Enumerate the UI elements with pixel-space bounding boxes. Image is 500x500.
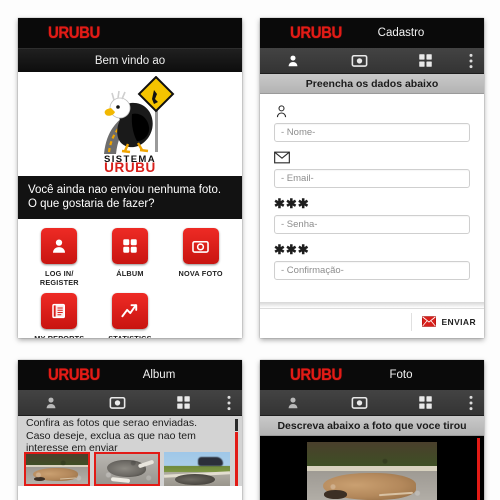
album-body: Confira as fotos que serao enviadas. Cas… xyxy=(18,416,242,486)
camera-icon xyxy=(182,228,219,264)
scrollbar-thumb-top[interactable] xyxy=(235,419,238,431)
cadastro-title-bar: URUBU Cadastro xyxy=(260,18,484,48)
nome-input[interactable]: - Nome- xyxy=(274,123,470,142)
enviar-button-label: ENVIAR xyxy=(441,316,476,327)
app-logo-text: URUBU xyxy=(48,23,100,42)
home-message-line2: O que gostaria de fazer? xyxy=(28,198,155,210)
action-camera-button[interactable] xyxy=(84,390,150,415)
enviar-button[interactable]: ENVIAR xyxy=(411,312,476,331)
home-title-bar: URUBU xyxy=(18,18,242,48)
svg-text:URUBU: URUBU xyxy=(104,160,156,172)
field-email: - Email- xyxy=(274,149,470,188)
field-confirmacao: ✱✱✱ - Confirmação- xyxy=(274,241,470,280)
senha-input[interactable]: - Senha- xyxy=(274,215,470,234)
action-grid-button[interactable] xyxy=(150,390,216,415)
chart-arrow-icon xyxy=(111,293,148,329)
action-camera-button[interactable] xyxy=(326,48,392,73)
album-instructions-line1: Confira as fotos que serao enviadas. xyxy=(26,417,198,429)
tile-statistics-label: STATISTICS xyxy=(108,334,151,338)
envelope-icon xyxy=(422,316,437,327)
home-message-line1: Você ainda nao enviou nenhuma foto. xyxy=(28,184,222,196)
tile-album-label: ÁLBUM xyxy=(116,269,144,278)
overflow-menu-icon[interactable] xyxy=(216,390,242,415)
screenshot-stage: URUBU Bem vindo ao SISTEMA URUBU Você ai… xyxy=(0,0,500,500)
tile-nova-foto[interactable]: NOVA FOTO xyxy=(165,228,236,293)
page-title-text: Cadastro xyxy=(377,27,425,39)
album-thumbnail-strip xyxy=(18,452,242,486)
confirmacao-input[interactable]: - Confirmação- xyxy=(274,261,470,280)
action-bar xyxy=(260,390,484,416)
app-logo-text: URUBU xyxy=(290,23,342,42)
action-camera-button[interactable] xyxy=(326,390,392,415)
action-profile-button[interactable] xyxy=(260,48,326,73)
person-outline-icon xyxy=(274,103,470,120)
app-logo-text: URUBU xyxy=(48,365,100,384)
foto-title-bar: URUBU Foto xyxy=(260,360,484,390)
album-instructions: Confira as fotos que serao enviadas. Cas… xyxy=(18,416,242,455)
overflow-menu-icon[interactable] xyxy=(458,48,484,73)
thumb-roadkill-highway[interactable] xyxy=(164,452,230,486)
urubu-vulture-logo: SISTEMA URUBU xyxy=(104,76,175,172)
overflow-menu-icon[interactable] xyxy=(458,390,484,415)
asterisks-icon: ✱✱✱ xyxy=(274,196,310,211)
scrollbar-track[interactable] xyxy=(477,438,480,500)
action-grid-button[interactable] xyxy=(392,390,458,415)
page-title-text: Foto xyxy=(389,369,413,381)
action-bar xyxy=(18,390,242,416)
photo-dog-on-road[interactable] xyxy=(307,442,437,500)
logo-area: SISTEMA URUBU xyxy=(18,72,242,176)
panel-cadastro: URUBU Cadastro Preencha os dados abaixo xyxy=(260,18,484,338)
thumb-dog-asphalt[interactable] xyxy=(94,452,160,486)
tile-login-register-label: LOG IN/REGISTER xyxy=(39,269,79,287)
action-profile-button[interactable] xyxy=(260,390,326,415)
welcome-bar: Bem vindo ao xyxy=(18,48,242,72)
person-icon xyxy=(41,228,78,264)
panel-foto: URUBU Foto Descreva abaixo a foto que vo… xyxy=(260,360,484,500)
tile-album[interactable]: ÁLBUM xyxy=(95,228,166,293)
tile-row-1: LOG IN/REGISTER ÁLBUM NOVA FOTO xyxy=(24,228,236,293)
cadastro-subheader: Preencha os dados abaixo xyxy=(260,74,484,94)
tile-my-reports[interactable]: MY REPORTS xyxy=(24,293,95,338)
cadastro-footer: ENVIAR xyxy=(260,308,484,334)
tile-my-reports-label: MY REPORTS xyxy=(34,334,84,338)
field-nome: - Nome- xyxy=(274,103,470,142)
tile-empty xyxy=(165,293,236,338)
panel-home: URUBU Bem vindo ao SISTEMA URUBU Você ai… xyxy=(18,18,242,338)
field-senha: ✱✱✱ - Senha- xyxy=(274,195,470,234)
home-message: Você ainda nao enviou nenhuma foto. O qu… xyxy=(18,176,242,219)
home-tile-grid: LOG IN/REGISTER ÁLBUM NOVA FOTO xyxy=(18,219,242,338)
tile-nova-foto-label: NOVA FOTO xyxy=(178,269,223,278)
page-title-text: Album xyxy=(142,369,176,381)
envelope-outline-icon xyxy=(274,149,470,166)
app-logo-text: URUBU xyxy=(290,365,342,384)
grid-icon xyxy=(111,228,148,264)
tile-statistics[interactable]: STATISTICS xyxy=(95,293,166,338)
action-grid-button[interactable] xyxy=(392,48,458,73)
action-profile-button[interactable] xyxy=(18,390,84,415)
album-instructions-line2: Caso deseje, exclua as que nao tem xyxy=(26,429,196,442)
tile-row-2: MY REPORTS STATISTICS xyxy=(24,293,236,338)
cadastro-form: - Nome- - Email- ✱✱✱ - Senha- ✱✱✱ - Conf… xyxy=(260,94,484,302)
foto-preview-area xyxy=(260,436,484,500)
foto-subheader: Descreva abaixo a foto que voce tirou xyxy=(260,416,484,436)
asterisks-icon: ✱✱✱ xyxy=(274,242,310,257)
panel-album: URUBU Album Confira as fotos que serao e… xyxy=(18,360,242,500)
book-icon xyxy=(41,293,78,329)
action-bar xyxy=(260,48,484,74)
thumb-dog-roadside[interactable] xyxy=(24,452,90,486)
album-title-bar: URUBU Album xyxy=(18,360,242,390)
tile-login-register[interactable]: LOG IN/REGISTER xyxy=(24,228,95,293)
email-input[interactable]: - Email- xyxy=(274,169,470,188)
